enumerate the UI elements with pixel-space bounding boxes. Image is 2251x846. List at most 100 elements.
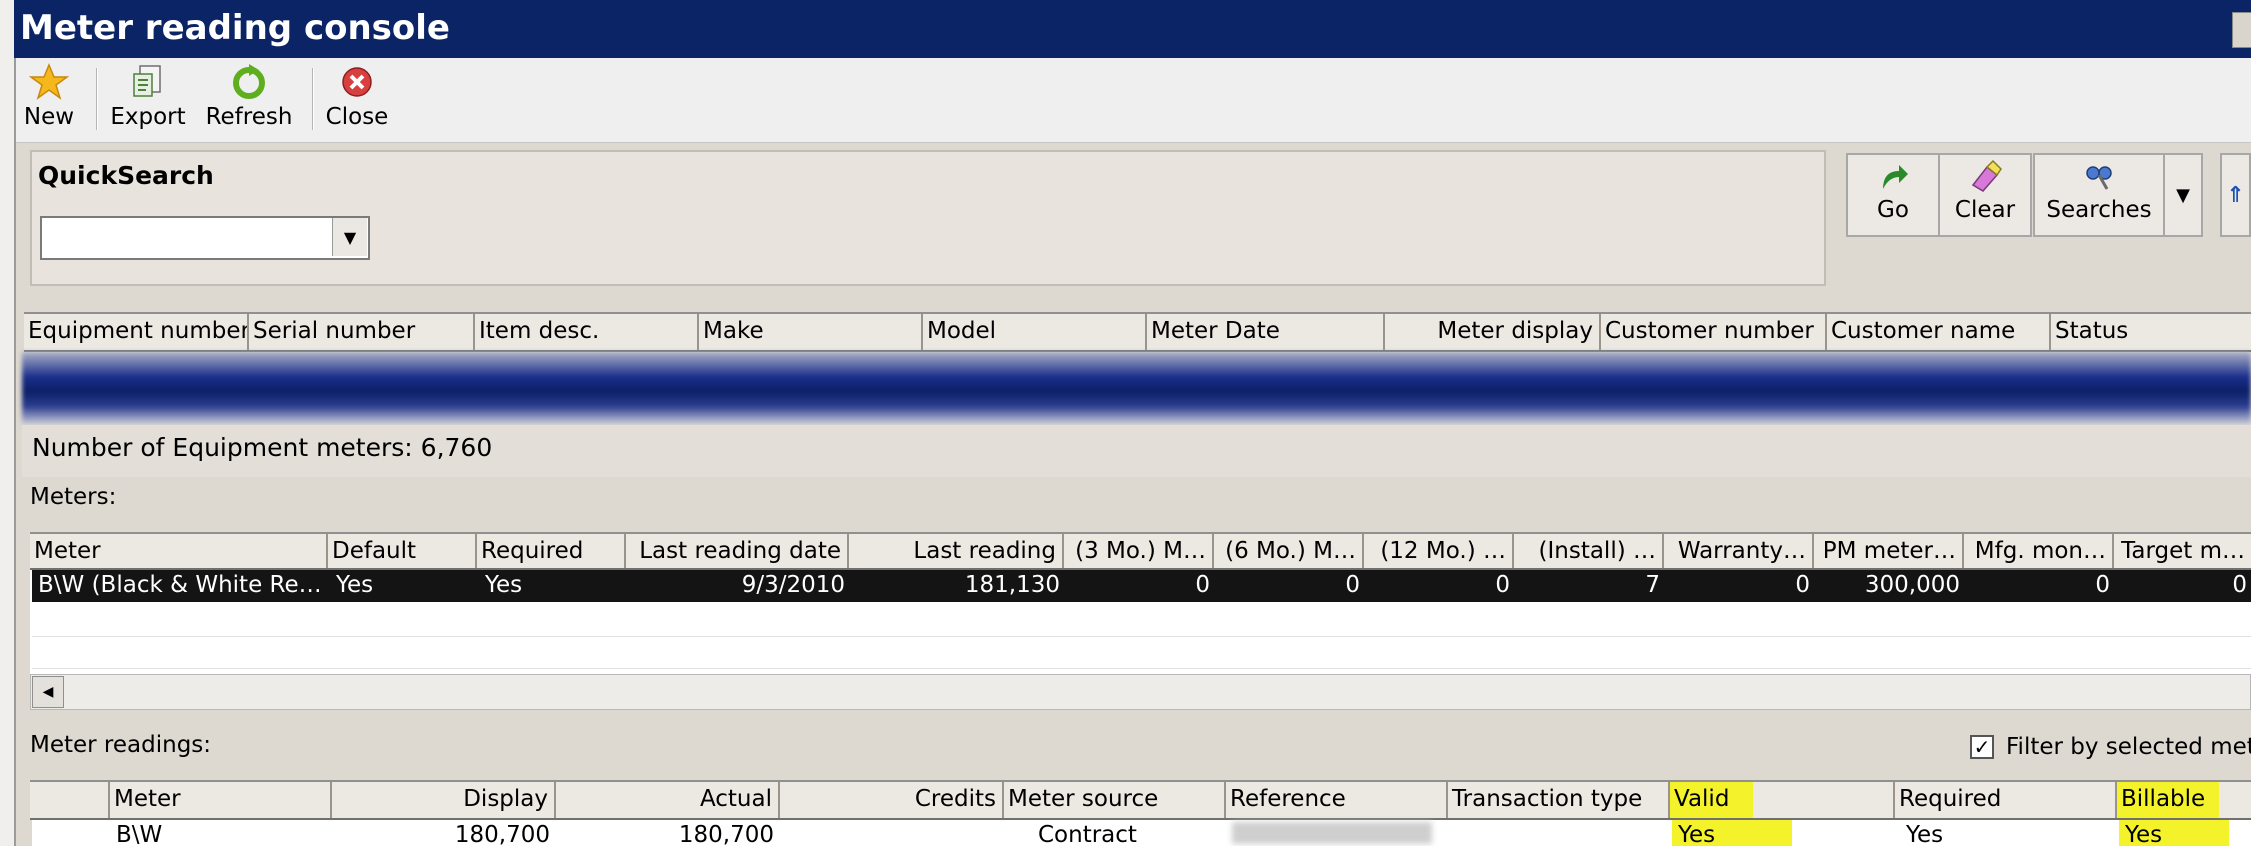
row-default: Yes — [336, 572, 374, 598]
go-label: Go — [1877, 197, 1909, 223]
checkmark-icon: ✓ — [1973, 735, 1991, 759]
toolbar-separator — [96, 68, 98, 130]
actual-header[interactable]: Actual — [556, 782, 780, 818]
reading-meter-cell: B\W — [116, 822, 163, 846]
meter-date-header[interactable]: Meter Date — [1147, 314, 1385, 350]
searches-dropdown-button[interactable]: ▼ — [2163, 153, 2203, 237]
three-mo-header[interactable]: (3 Mo.) M… — [1064, 534, 1214, 568]
make-header[interactable]: Make — [699, 314, 923, 350]
reading-source-cell: Contract — [1038, 822, 1137, 846]
refresh-button[interactable]: Refresh — [204, 62, 294, 138]
row-pm-meter: 300,000 — [1864, 572, 1960, 598]
credits-header[interactable]: Credits — [780, 782, 1004, 818]
reference-header[interactable]: Reference — [1226, 782, 1448, 818]
chevron-down-icon: ▼ — [2176, 184, 2190, 206]
row-meter: B\W (Black & White Re… — [38, 572, 322, 598]
mfg-mon-header[interactable]: Mfg. mon… — [1964, 534, 2114, 568]
meters-grid-row-selected[interactable]: B\W (Black & White Re… Yes Yes 9/3/2010 … — [32, 570, 2251, 602]
filter-checkbox[interactable]: ✓ — [1970, 735, 1994, 759]
row-mfg-mon: 0 — [2095, 572, 2110, 598]
row-last-reading-date: 9/3/2010 — [741, 572, 845, 598]
billable-header-cell[interactable]: Billable — [2117, 782, 2251, 818]
equipment-meter-count: Number of Equipment meters: 6,760 — [32, 433, 493, 462]
grid-line — [32, 636, 2251, 637]
required-reading-header[interactable]: Required — [1895, 782, 2117, 818]
display-header[interactable]: Display — [332, 782, 556, 818]
reading-meter-header[interactable]: Meter — [110, 782, 332, 818]
transaction-type-header[interactable]: Transaction type — [1448, 782, 1670, 818]
equipment-grid-header: Equipment number Serial number Item desc… — [24, 312, 2251, 352]
row-twelve-mo: 0 — [1495, 572, 1510, 598]
row-six-mo: 0 — [1345, 572, 1360, 598]
required-header[interactable]: Required — [477, 534, 626, 568]
chevron-down-icon[interactable]: ▼ — [332, 218, 367, 256]
searches-button[interactable]: Searches — [2033, 153, 2165, 237]
item-desc-header[interactable]: Item desc. — [475, 314, 699, 350]
eraser-icon — [1971, 159, 2002, 192]
six-mo-header[interactable]: (6 Mo.) M… — [1214, 534, 1364, 568]
row-last-reading: 181,130 — [964, 572, 1060, 598]
valid-header-cell[interactable]: Valid — [1670, 782, 1895, 818]
row-target-m: 0 — [2232, 572, 2247, 598]
meter-readings-grid-header: Meter Display Actual Credits Meter sourc… — [30, 780, 2251, 820]
meter-readings-row[interactable]: B\W 180,700 180,700 Contract Yes Yes Yes — [32, 820, 2251, 846]
meters-section-label: Meters: — [30, 484, 117, 510]
row-three-mo: 0 — [1195, 572, 1210, 598]
export-button[interactable]: Export — [108, 62, 188, 138]
clear-button[interactable]: Clear — [1938, 153, 2032, 237]
customer-number-header[interactable]: Customer number — [1601, 314, 1827, 350]
serial-number-header[interactable]: Serial number — [249, 314, 475, 350]
star-icon — [29, 63, 69, 100]
new-button[interactable]: New — [20, 62, 78, 138]
go-arrow-icon — [1883, 165, 1908, 189]
reading-display-cell: 180,700 — [454, 822, 550, 846]
close-icon — [342, 67, 372, 97]
row-required: Yes — [485, 572, 523, 598]
grid-line — [32, 668, 2251, 669]
close-button[interactable]: Close — [322, 62, 392, 138]
reading-reference-blurred — [1232, 822, 1432, 844]
quicksearch-combo[interactable] — [40, 216, 370, 260]
meters-grid-header: Meter Default Required Last reading date… — [30, 532, 2251, 570]
window-title: Meter reading console — [20, 8, 450, 48]
clear-label: Clear — [1954, 197, 2016, 223]
row-warranty: 0 — [1795, 572, 1810, 598]
status-header[interactable]: Status — [2051, 314, 2251, 350]
model-header[interactable]: Model — [923, 314, 1147, 350]
collapse-up-icon: ⇑ — [2226, 182, 2245, 208]
meters-horizontal-scrollbar[interactable] — [30, 674, 2251, 710]
equipment-grid-selected-row-blurred[interactable] — [22, 352, 2251, 424]
filter-label: Filter by selected met — [2006, 734, 2251, 760]
meter-source-header[interactable]: Meter source — [1004, 782, 1226, 818]
last-reading-header[interactable]: Last reading — [849, 534, 1064, 568]
toolbar-separator — [312, 68, 314, 130]
install-header[interactable]: (Install) … — [1514, 534, 1664, 568]
scroll-left-icon[interactable]: ◀ — [32, 676, 64, 708]
meter-display-header[interactable]: Meter display — [1385, 314, 1601, 350]
window-control-button[interactable] — [2232, 12, 2251, 48]
twelve-mo-header[interactable]: (12 Mo.) … — [1364, 534, 1514, 568]
new-label: New — [23, 104, 75, 130]
reading-credits-cell — [780, 820, 1004, 846]
warranty-header[interactable]: Warranty… — [1664, 534, 1814, 568]
export-icon — [133, 65, 161, 97]
billable-header: Billable — [2117, 782, 2220, 818]
meter-readings-label: Meter readings: — [30, 732, 212, 758]
binoculars-icon — [2086, 166, 2112, 190]
refresh-icon — [233, 64, 265, 99]
meter-header[interactable]: Meter — [30, 534, 328, 568]
customer-name-header[interactable]: Customer name — [1827, 314, 2051, 350]
reading-required-cell: Yes — [1906, 822, 1944, 846]
collapse-button[interactable]: ⇑ — [2220, 153, 2251, 237]
default-header[interactable]: Default — [328, 534, 477, 568]
reading-billable-cell: Yes — [2119, 820, 2229, 846]
pm-meter-header[interactable]: PM meter… — [1814, 534, 1964, 568]
last-reading-date-header[interactable]: Last reading date — [626, 534, 849, 568]
reading-valid-cell: Yes — [1672, 820, 1792, 846]
refresh-label: Refresh — [205, 104, 293, 130]
equipment-number-header[interactable]: Equipment number — [24, 314, 249, 350]
target-m-header[interactable]: Target m… — [2114, 534, 2251, 568]
reading-actual-cell: 180,700 — [678, 822, 774, 846]
close-label: Close — [325, 104, 389, 130]
go-button[interactable]: Go — [1846, 153, 1940, 237]
